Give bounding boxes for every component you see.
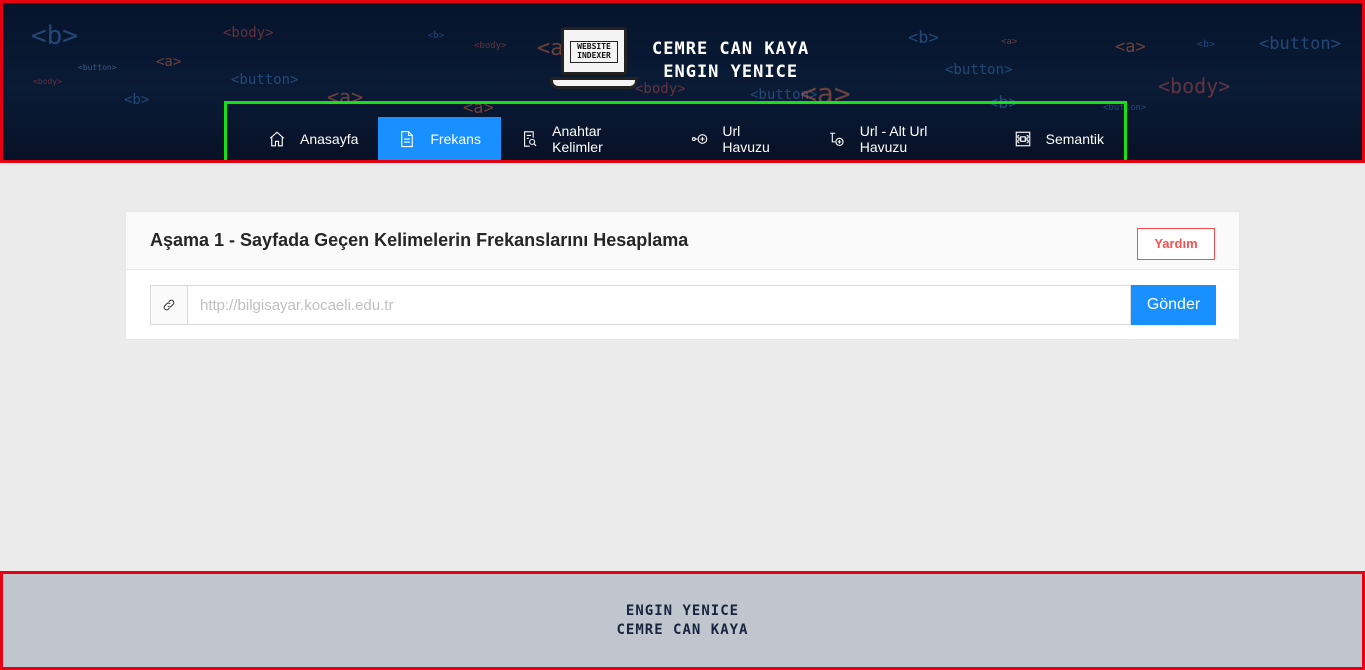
url-input[interactable]	[188, 285, 1131, 325]
nav-item-anasayfa[interactable]: Anasayfa	[248, 117, 378, 160]
nav-item-semantik[interactable]: Semantik	[994, 117, 1124, 160]
bg-tag: <b>	[1197, 39, 1216, 50]
frequency-card: Aşama 1 - Sayfada Geçen Kelimelerin Frek…	[125, 211, 1240, 340]
nav-label: Anahtar Kelimler	[552, 122, 603, 155]
bg-tag: <body>	[1158, 74, 1231, 98]
nav-item-anahtar-kelimler[interactable]: Anahtar Kelimler	[501, 117, 671, 160]
help-button[interactable]: Yardım	[1137, 227, 1215, 260]
command-icon	[1015, 131, 1030, 146]
bg-tag: <b>	[124, 92, 150, 108]
node-plus-icon	[692, 133, 708, 144]
nav-item-frekans[interactable]: Frekans	[378, 117, 501, 160]
brand-names: CEMRE CAN KAYA ENGIN YENICE	[652, 38, 809, 84]
author-name-1: CEMRE CAN KAYA	[652, 39, 810, 59]
footer-author-1: ENGIN YENICE	[625, 602, 740, 619]
send-button[interactable]: Gönder	[1131, 285, 1216, 325]
footer-author-2: CEMRE CAN KAYA	[616, 621, 749, 638]
bg-tag: <b>	[908, 28, 939, 48]
nav-label: Anasayfa	[300, 130, 359, 147]
brand-logo[interactable]: WEBSITE INDEXER CEMRE CAN KAYA ENGIN YEN…	[548, 27, 809, 95]
url-addon	[150, 285, 188, 325]
link-icon	[163, 299, 175, 311]
bg-tag: <body>	[33, 77, 62, 86]
main-nav: Anasayfa Frekans Anahtar Kelimler Url Ha…	[224, 101, 1127, 160]
card-title: Aşama 1 - Sayfada Geçen Kelimelerin Frek…	[150, 230, 689, 250]
nav-item-url-havuzu[interactable]: Url Havuzu	[671, 117, 808, 160]
bg-tag: <a>	[1115, 37, 1146, 57]
file-search-icon	[524, 130, 537, 147]
bg-tag: <button>	[1259, 34, 1341, 54]
nav-label: Url Havuzu	[722, 122, 770, 155]
author-name-2: ENGIN YENICE	[663, 62, 799, 82]
home-icon	[269, 130, 285, 146]
nav-item-url-alt-url-havuzu[interactable]: Url - Alt Url Havuzu	[808, 117, 993, 160]
bg-tag: <button>	[945, 62, 1013, 78]
bg-tag: <button>	[231, 72, 299, 88]
bg-tag: <body>	[474, 41, 507, 51]
bg-tag: <button>	[78, 63, 117, 72]
branch-plus-icon	[830, 132, 845, 146]
bg-tag: <a>	[1001, 37, 1018, 47]
nav-label: Semantik	[1045, 130, 1104, 147]
bg-tag: <body>	[223, 25, 274, 41]
site-footer: ENGIN YENICE CEMRE CAN KAYA	[0, 571, 1365, 670]
url-input-group: Gönder	[150, 285, 1216, 325]
bg-tag: <b>	[31, 21, 78, 51]
card-header: Aşama 1 - Sayfada Geçen Kelimelerin Frek…	[126, 212, 1239, 270]
bg-tag: <b>	[428, 31, 445, 41]
logo-text-line2: INDEXER	[577, 51, 611, 60]
nav-label: Frekans	[430, 130, 481, 147]
site-header: <b> <body> <a> <button> <b> <body> <a> <…	[0, 0, 1365, 163]
file-text-icon	[401, 130, 414, 147]
logo-text-line1: WEBSITE	[577, 42, 611, 51]
laptop-logo-icon: WEBSITE INDEXER	[548, 27, 640, 95]
nav-label: Url - Alt Url Havuzu	[859, 122, 928, 155]
bg-tag: <a>	[156, 54, 182, 70]
